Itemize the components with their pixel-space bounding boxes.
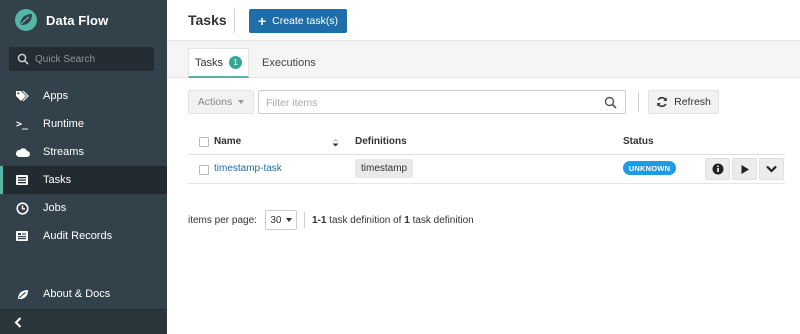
tab-tasks-label: Tasks xyxy=(194,56,224,69)
sidebar-item-apps[interactable]: Apps xyxy=(0,82,167,110)
refresh-label: Refresh xyxy=(674,96,711,108)
sidebar-item-label: Runtime xyxy=(43,118,84,130)
sidebar-item-label: Tasks xyxy=(43,174,72,186)
app-root: Data Flow Apps >_ Runtime xyxy=(0,0,800,334)
tab-executions[interactable]: Executions xyxy=(262,48,316,78)
header-divider xyxy=(234,9,235,33)
status-badge: UNKNOWN xyxy=(623,161,676,175)
info-icon xyxy=(712,163,723,175)
pagination-summary: 1-1 task definition of 1 task definition xyxy=(312,215,474,226)
chevron-left-icon xyxy=(14,316,22,328)
sidebar-item-tasks[interactable]: Tasks xyxy=(0,166,167,194)
sidebar-item-about-docs[interactable]: About & Docs xyxy=(0,280,167,308)
page-header: Tasks + Create task(s) xyxy=(167,0,800,41)
select-all-checkbox[interactable] xyxy=(199,137,209,147)
brand[interactable]: Data Flow xyxy=(14,8,108,32)
task-name-link[interactable]: timestamp-task xyxy=(214,163,282,174)
create-tasks-button[interactable]: + Create task(s) xyxy=(249,9,347,33)
toolbar-divider xyxy=(638,92,639,112)
items-per-page-value: 30 xyxy=(270,214,282,226)
tab-tasks[interactable]: Tasks 1 xyxy=(188,48,249,78)
audit-icon xyxy=(14,229,30,243)
search-icon xyxy=(17,53,29,65)
definition-chip: timestamp xyxy=(355,159,414,178)
sidebar-item-label: About & Docs xyxy=(43,288,111,300)
more-actions-button[interactable] xyxy=(759,158,784,180)
spring-logo-icon xyxy=(15,9,37,31)
items-per-page-label: items per page: xyxy=(188,214,257,226)
app-name: Data Flow xyxy=(46,12,109,28)
sidebar-item-jobs[interactable]: Jobs xyxy=(0,194,167,222)
toolbar: Actions Refresh xyxy=(188,90,778,114)
sidebar-item-label: Apps xyxy=(43,90,69,102)
task-info-button[interactable] xyxy=(705,158,730,180)
sidebar-item-label: Jobs xyxy=(43,202,67,214)
create-tasks-label: Create task(s) xyxy=(272,15,339,27)
tab-executions-label: Executions xyxy=(262,57,316,69)
row-checkbox[interactable] xyxy=(199,165,209,175)
actions-dropdown[interactable]: Actions xyxy=(188,90,254,114)
pagination-range: 1-1 xyxy=(311,214,327,226)
items-per-page-select[interactable]: 30 xyxy=(264,210,297,230)
tasks-icon xyxy=(14,173,30,187)
pagination-suffix: task definition xyxy=(412,214,474,226)
quick-search-input[interactable] xyxy=(35,53,145,65)
actions-label: Actions xyxy=(197,96,233,108)
tab-bar: Tasks 1 Executions xyxy=(167,41,800,78)
clock-icon xyxy=(14,201,30,215)
caret-down-icon xyxy=(238,100,245,104)
tasks-table: Name Definitions Status timestamp-task t… xyxy=(188,128,785,184)
sort-icon[interactable] xyxy=(332,138,339,147)
plus-icon: + xyxy=(257,13,267,29)
refresh-icon xyxy=(657,96,667,108)
quick-search[interactable] xyxy=(9,47,154,71)
cloud-icon xyxy=(14,145,30,159)
launch-task-button[interactable] xyxy=(732,158,757,180)
filter-input[interactable] xyxy=(266,95,586,110)
sidebar-item-label: Audit Records xyxy=(43,230,113,242)
column-definitions-header: Definitions xyxy=(355,136,407,147)
filter-box[interactable] xyxy=(258,90,626,114)
pagination-middle: task definition of xyxy=(329,214,402,226)
page-title: Tasks xyxy=(188,12,227,28)
caret-down-icon xyxy=(285,218,292,222)
column-name-header[interactable]: Name xyxy=(214,136,241,147)
collapse-sidebar-button[interactable] xyxy=(0,309,167,334)
table-row: timestamp-task timestamp UNKNOWN xyxy=(188,155,785,184)
tags-icon xyxy=(14,89,30,103)
chevron-down-icon xyxy=(766,165,777,173)
sidebar-item-runtime[interactable]: >_ Runtime xyxy=(0,110,167,138)
search-icon[interactable] xyxy=(604,96,617,109)
pager-divider xyxy=(303,212,305,228)
sidebar: Data Flow Apps >_ Runtime xyxy=(0,0,167,334)
refresh-button[interactable]: Refresh xyxy=(648,90,719,114)
terminal-icon: >_ xyxy=(15,118,29,130)
sidebar-item-label: Streams xyxy=(43,146,84,158)
pagination-total: 1 xyxy=(404,214,410,226)
table-header: Name Definitions Status xyxy=(188,128,785,155)
sidebar-item-audit-records[interactable]: Audit Records xyxy=(0,222,167,250)
leaf-icon xyxy=(14,287,30,301)
tasks-count-badge: 1 xyxy=(229,56,243,69)
column-status-header: Status xyxy=(623,136,654,147)
pagination: items per page: 30 1-1 task definition o… xyxy=(188,209,474,231)
about-docs: About & Docs xyxy=(0,280,167,308)
play-icon xyxy=(741,164,749,174)
sidebar-nav: Apps >_ Runtime Streams Tasks Jobs Audit… xyxy=(0,82,167,250)
main-content: Tasks + Create task(s) Tasks 1 Execution… xyxy=(167,0,800,334)
sidebar-item-streams[interactable]: Streams xyxy=(0,138,167,166)
